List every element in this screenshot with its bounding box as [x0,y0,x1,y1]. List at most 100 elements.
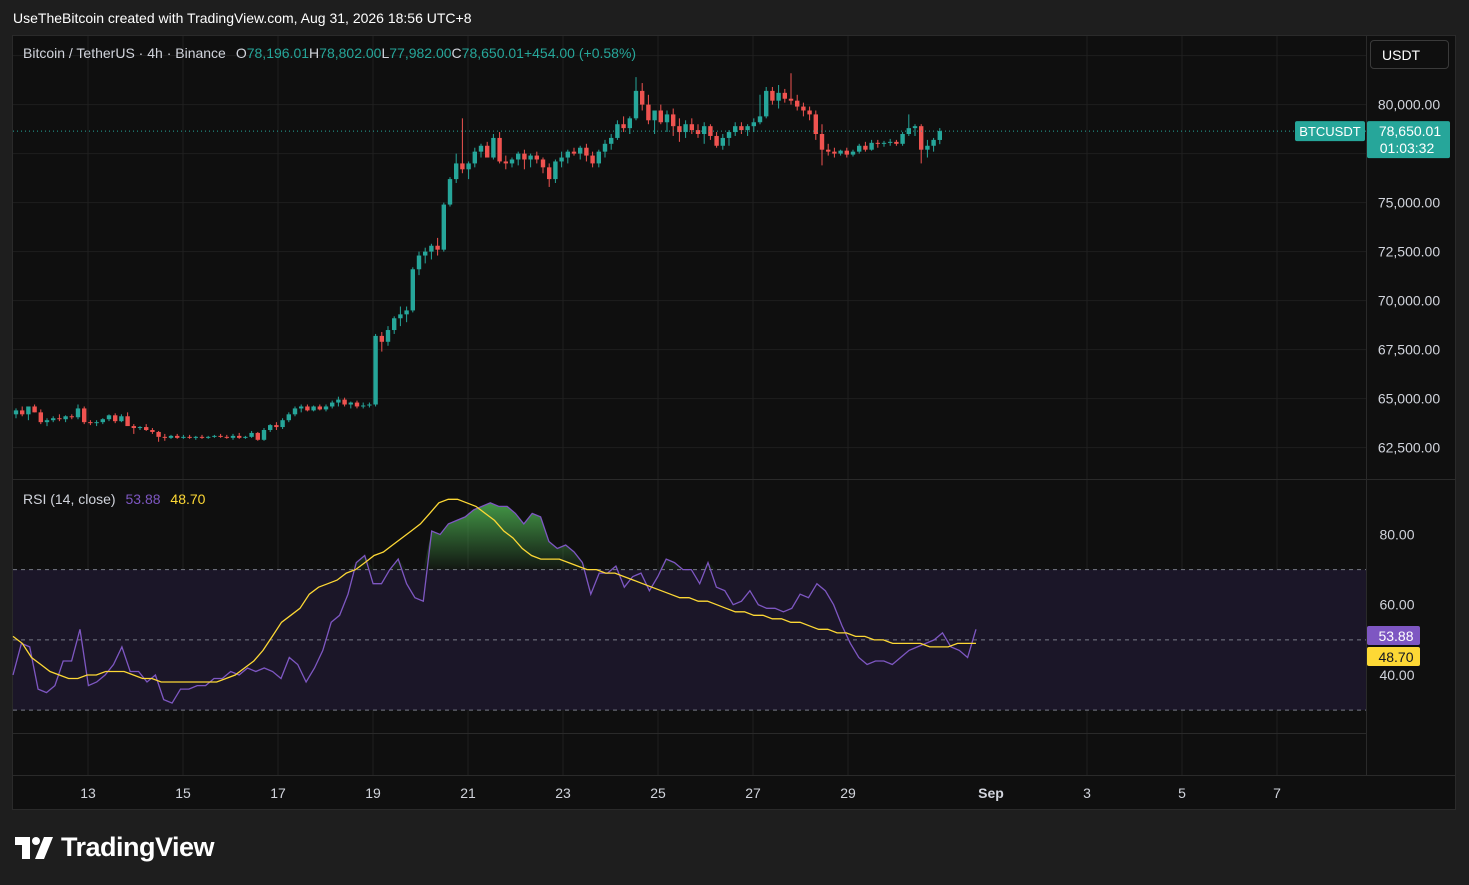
candle-up [261,429,267,440]
candle-up [181,436,186,438]
candle-up [404,310,409,315]
candle-up [925,145,930,150]
candle-down [125,416,130,427]
candle-up [336,399,341,403]
candle-up [373,335,378,405]
candle-down [770,90,775,101]
candle-down [175,435,180,438]
time-tick-label: 3 [1083,785,1091,801]
candle-up [553,161,558,180]
rsi-ma-value: 48.70 [170,491,206,507]
rsi-legend: RSI (14, close) 53.88 48.70 [23,491,205,507]
candle-up [906,128,911,135]
candle-down [801,106,806,111]
low-key: L [381,45,390,61]
candle-down [646,104,651,121]
candle-up [106,415,112,420]
rsi-ma-badge-label: 48.70 [1378,649,1413,665]
price-tick-label: 80,000.00 [1378,97,1440,113]
rsi-tick-label: 60.00 [1379,597,1414,613]
candle-down [131,426,136,429]
high-key: H [309,45,320,61]
candle-down [274,425,279,428]
candle-up [13,410,19,415]
price-tick-label: 67,500.00 [1378,342,1440,358]
candle-up [441,204,446,250]
candle-up [51,418,56,421]
candle-up [429,245,434,252]
candle-down [497,137,502,162]
candle-down [187,436,192,438]
candle-down [689,124,694,131]
rsi-label[interactable]: RSI (14, close) [23,491,116,507]
candle-up [751,122,756,127]
candle-up [881,142,887,144]
candle-down [20,410,25,415]
candle-up [478,145,484,152]
symbol-title[interactable]: Bitcoin / TetherUS · 4h · Binance [23,45,226,61]
candle-up [243,436,248,438]
candle-up [578,147,583,154]
time-tick-label: 7 [1273,785,1281,801]
candle-up [764,90,769,117]
candle-up [602,143,608,152]
high-value: 78,802.00 [319,45,382,61]
candle-down [218,435,223,437]
candle-down [150,429,155,432]
candle-up [416,255,422,270]
candle-up [119,416,124,422]
candle-up [609,137,614,144]
candle-down [819,134,825,150]
time-tick-label: 21 [460,785,476,801]
price-tick-label: 75,000.00 [1378,195,1440,211]
candle-down [460,163,465,170]
candle-up [292,408,298,415]
candle-up [212,435,217,437]
candle-up [931,139,936,146]
candle-up [491,137,496,158]
time-tick-label: 27 [745,785,761,801]
candle-down [671,114,676,127]
price-tick-label: 70,000.00 [1378,293,1440,309]
candle-up [559,157,564,162]
price-tick-label: 72,500.00 [1378,244,1440,260]
candle-up [26,406,31,415]
candle-down [354,402,360,407]
close-key: C [451,45,462,61]
candle-down [621,124,626,129]
candle-down [485,145,490,158]
candle-down [88,422,93,424]
candle-down [82,408,87,423]
rsi-overbought-fill [13,502,976,570]
candle-up [633,90,639,119]
candle-down [863,145,868,150]
candle-down [590,155,595,164]
currency-button[interactable]: USDT [1370,40,1449,69]
candle-down [435,245,440,250]
candle-up [838,150,843,154]
last-price-value: 78,650.01 [1379,123,1441,139]
candle-down [826,149,831,152]
candle-up [454,163,459,180]
low-value: 77,982.00 [389,45,452,61]
candle-down [658,110,663,123]
candle-down [788,98,794,101]
candle-up [745,126,750,131]
candle-down [875,142,880,144]
candle-up [168,435,174,438]
price-tick-label: 62,500.00 [1378,440,1440,456]
chart-canvas[interactable]: 62,500.00 65,000.00 67,500.00 70,000.00 72,5… [0,0,1469,885]
candle-up [206,436,211,438]
candle-up [472,151,477,164]
candle-down [38,412,43,423]
candle-down [522,153,527,160]
open-value: 78,196.01 [246,45,310,61]
candle-up [652,110,657,121]
candle-down [57,418,62,420]
rsi-tick-label: 80.00 [1379,526,1414,542]
candle-up [249,432,254,437]
tradingview-logo[interactable]: TradingView [15,832,215,863]
candle-up [280,420,285,428]
candle-down [640,90,645,105]
candle-up [323,406,329,410]
